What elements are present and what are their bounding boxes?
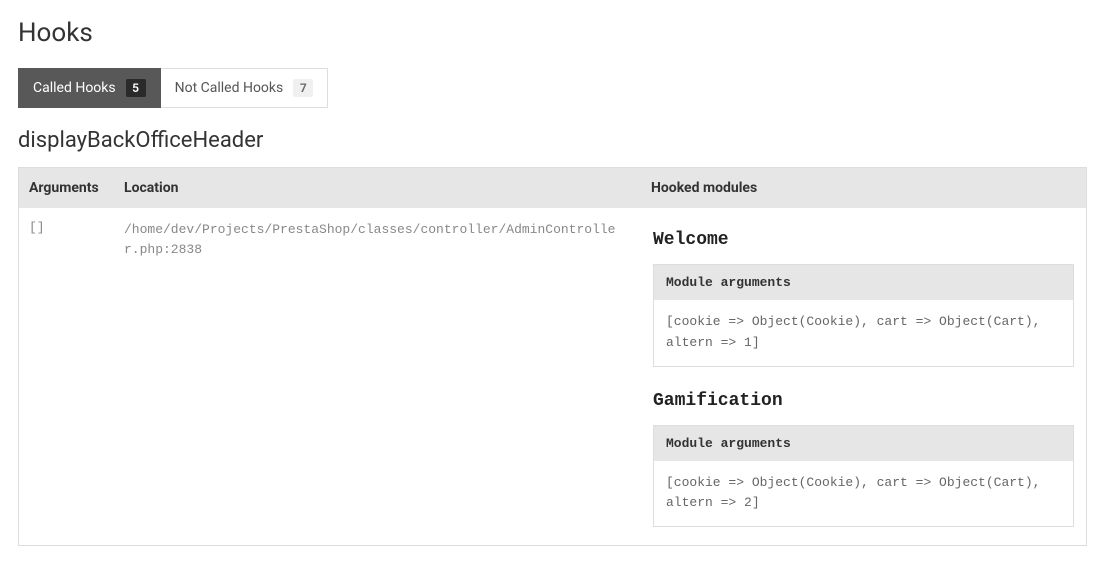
header-arguments: Arguments [19, 168, 114, 208]
hook-name: displayBackOfficeHeader [18, 128, 1087, 153]
module-title: Welcome [653, 230, 1074, 250]
tab-not-called-hooks[interactable]: Not Called Hooks 7 [161, 68, 329, 108]
module-block: Gamification Module arguments [cookie =>… [653, 391, 1074, 528]
module-block: Welcome Module arguments [cookie => Obje… [653, 230, 1074, 367]
tab-called-hooks[interactable]: Called Hooks 5 [18, 68, 161, 108]
cell-arguments: [] [19, 208, 114, 545]
cell-location: /home/dev/Projects/PrestaShop/classes/co… [114, 208, 641, 545]
tab-label: Not Called Hooks [175, 80, 284, 96]
cell-hooked-modules: Welcome Module arguments [cookie => Obje… [641, 208, 1086, 545]
module-args-header: Module arguments [654, 265, 1073, 300]
module-args-box: Module arguments [cookie => Object(Cooki… [653, 425, 1074, 528]
hook-panel: Arguments Location Hooked modules [] /ho… [18, 167, 1087, 546]
table-header: Arguments Location Hooked modules [19, 168, 1086, 208]
module-args-body: [cookie => Object(Cookie), cart => Objec… [654, 300, 1073, 366]
module-args-box: Module arguments [cookie => Object(Cooki… [653, 264, 1074, 367]
tabs: Called Hooks 5 Not Called Hooks 7 [18, 68, 1087, 108]
module-title: Gamification [653, 391, 1074, 411]
module-args-header: Module arguments [654, 426, 1073, 461]
table-row: [] /home/dev/Projects/PrestaShop/classes… [19, 208, 1086, 545]
header-hooked-modules: Hooked modules [641, 168, 1086, 208]
module-args-body: [cookie => Object(Cookie), cart => Objec… [654, 461, 1073, 527]
tab-badge: 5 [126, 79, 146, 97]
header-location: Location [114, 168, 641, 208]
tab-label: Called Hooks [33, 80, 116, 96]
tab-badge: 7 [293, 79, 313, 97]
page-title: Hooks [18, 18, 1087, 48]
